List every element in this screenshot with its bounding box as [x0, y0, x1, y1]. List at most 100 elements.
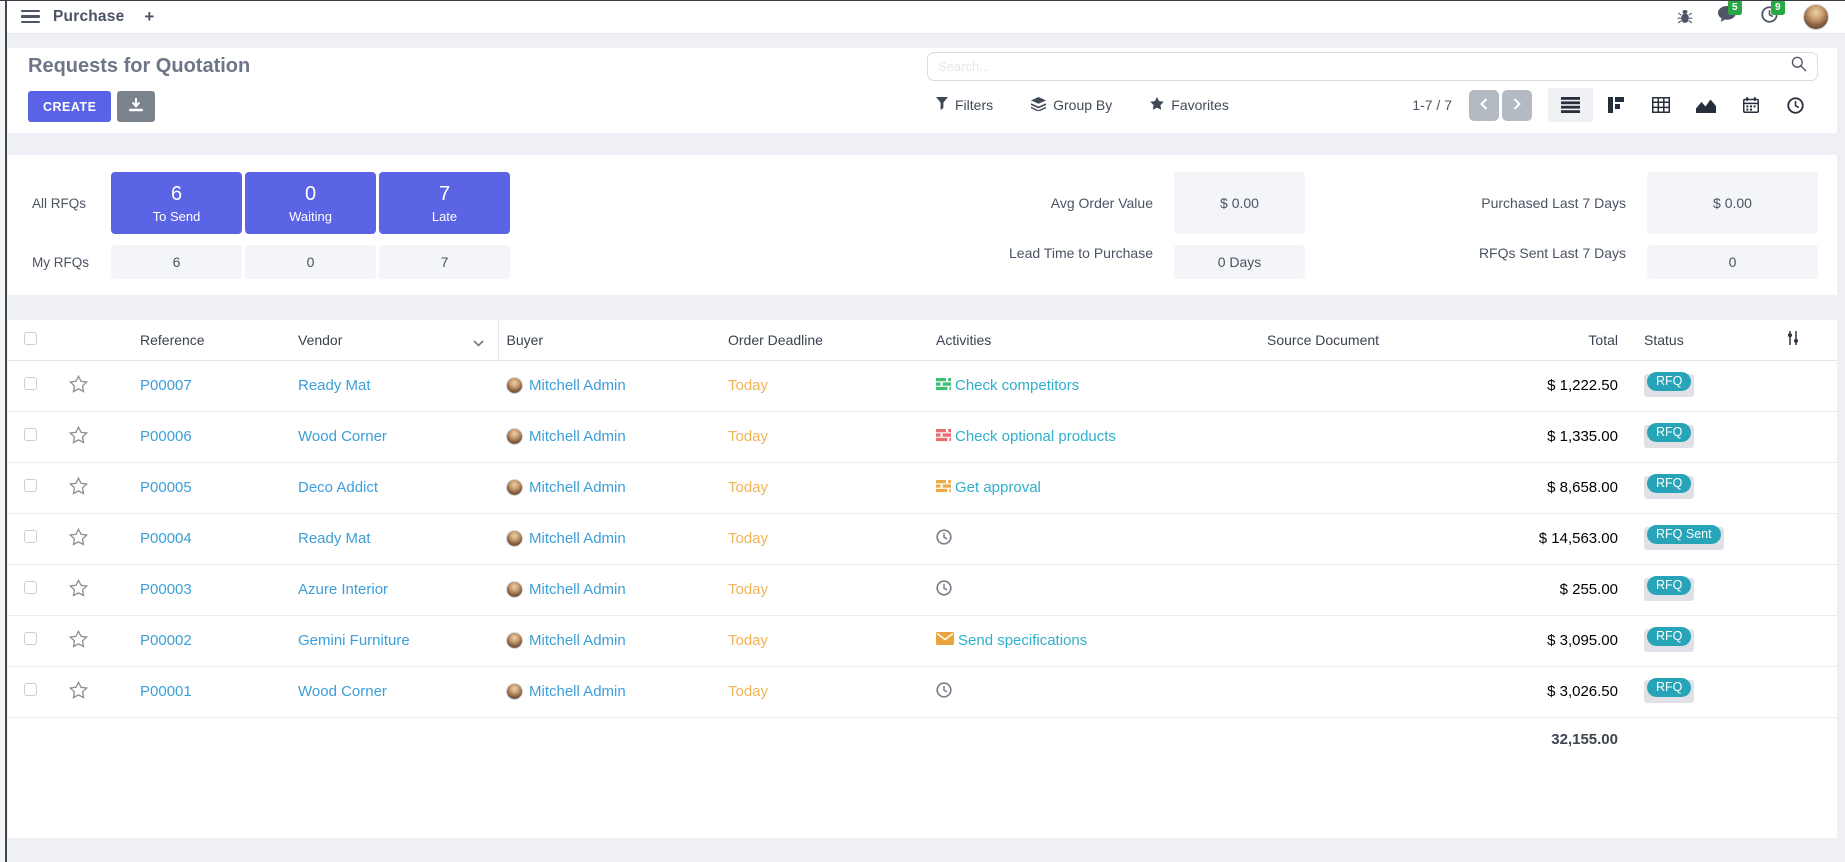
buyer-link[interactable]: Mitchell Admin: [529, 530, 626, 547]
activity-link[interactable]: Check competitors: [955, 377, 1079, 394]
status-badge: RFQ Sent: [1644, 527, 1724, 551]
kpi-to-send[interactable]: 6 To Send: [111, 172, 242, 234]
star-outline-icon[interactable]: [69, 681, 88, 699]
view-activity-icon[interactable]: [1773, 88, 1818, 122]
buyer-link[interactable]: Mitchell Admin: [529, 632, 626, 649]
column-reference[interactable]: Reference: [104, 320, 290, 360]
messages-icon[interactable]: 5: [1718, 6, 1736, 27]
buyer-avatar: [506, 530, 523, 547]
column-order-deadline[interactable]: Order Deadline: [720, 320, 928, 360]
reference-link[interactable]: P00005: [140, 479, 192, 496]
column-status[interactable]: Status: [1623, 320, 1748, 360]
column-total[interactable]: Total: [1453, 320, 1623, 360]
table-row[interactable]: P00002 Gemini Furniture Mitchell Admin T…: [8, 615, 1837, 666]
row-checkbox[interactable]: [24, 377, 37, 390]
table-row[interactable]: P00005 Deco Addict Mitchell Admin Today …: [8, 462, 1837, 513]
group-by-button[interactable]: Group By: [1031, 97, 1112, 114]
kpi-waiting[interactable]: 0 Waiting: [245, 172, 376, 234]
tasks-yellow-icon[interactable]: [936, 479, 951, 497]
star-outline-icon[interactable]: [69, 579, 88, 597]
clock-icon[interactable]: [936, 529, 952, 549]
apps-menu-icon[interactable]: [21, 10, 40, 24]
sort-chevron-icon[interactable]: [473, 334, 484, 350]
reference-link[interactable]: P00006: [140, 428, 192, 445]
plus-icon[interactable]: +: [144, 8, 154, 25]
table-row[interactable]: P00001 Wood Corner Mitchell Admin Today …: [8, 666, 1837, 717]
source-document-value: [1253, 411, 1453, 462]
table-row[interactable]: P00004 Ready Mat Mitchell Admin Today $ …: [8, 513, 1837, 564]
column-buyer[interactable]: Buyer: [498, 320, 720, 360]
row-checkbox[interactable]: [24, 581, 37, 594]
export-button[interactable]: [117, 91, 155, 122]
filters-button[interactable]: Filters: [936, 97, 993, 113]
activity-link[interactable]: Check optional products: [955, 428, 1116, 445]
star-outline-icon[interactable]: [69, 528, 88, 546]
my-rfqs-late[interactable]: 7: [379, 245, 510, 279]
create-button[interactable]: CREATE: [28, 91, 111, 122]
reference-link[interactable]: P00003: [140, 581, 192, 598]
vendor-link[interactable]: Deco Addict: [298, 479, 378, 496]
search-box[interactable]: [927, 52, 1818, 81]
vendor-link[interactable]: Gemini Furniture: [298, 632, 410, 649]
order-deadline-value: Today: [728, 683, 768, 700]
activity-clock-icon[interactable]: 9: [1761, 6, 1778, 28]
buyer-link[interactable]: Mitchell Admin: [529, 683, 626, 700]
search-input[interactable]: [938, 59, 1791, 74]
column-vendor[interactable]: Vendor: [290, 320, 498, 360]
view-list-icon[interactable]: [1548, 88, 1593, 122]
pager-previous-button[interactable]: [1469, 90, 1499, 121]
vendor-link[interactable]: Ready Mat: [298, 530, 371, 547]
reference-link[interactable]: P00002: [140, 632, 192, 649]
view-graph-icon[interactable]: [1683, 88, 1728, 122]
star-outline-icon[interactable]: [69, 426, 88, 444]
optional-columns-icon[interactable]: [1786, 332, 1800, 348]
row-checkbox[interactable]: [24, 683, 37, 696]
table-row[interactable]: P00003 Azure Interior Mitchell Admin Tod…: [8, 564, 1837, 615]
tasks-red-icon[interactable]: [936, 428, 951, 446]
search-icon[interactable]: [1791, 56, 1807, 77]
select-all-checkbox[interactable]: [24, 332, 37, 345]
tasks-green-icon[interactable]: [936, 377, 951, 395]
view-kanban-icon[interactable]: [1593, 88, 1638, 122]
favorites-button[interactable]: Favorites: [1150, 97, 1229, 113]
rfq-table: Reference Vendor Buyer Order Deadline Ac…: [8, 320, 1837, 761]
pager-next-button[interactable]: [1502, 90, 1532, 121]
view-pivot-icon[interactable]: [1638, 88, 1683, 122]
table-row[interactable]: P00006 Wood Corner Mitchell Admin Today …: [8, 411, 1837, 462]
buyer-link[interactable]: Mitchell Admin: [529, 581, 626, 598]
row-checkbox[interactable]: [24, 632, 37, 645]
user-avatar[interactable]: [1803, 4, 1829, 30]
buyer-link[interactable]: Mitchell Admin: [529, 479, 626, 496]
source-document-value: [1253, 666, 1453, 717]
table-row[interactable]: P00007 Ready Mat Mitchell Admin Today Ch…: [8, 360, 1837, 411]
kpi-late[interactable]: 7 Late: [379, 172, 510, 234]
buyer-link[interactable]: Mitchell Admin: [529, 428, 626, 445]
vendor-link[interactable]: Wood Corner: [298, 683, 387, 700]
row-checkbox[interactable]: [24, 530, 37, 543]
view-calendar-icon[interactable]: [1728, 88, 1773, 122]
row-checkbox[interactable]: [24, 428, 37, 441]
clock-icon[interactable]: [936, 580, 952, 600]
row-checkbox[interactable]: [24, 479, 37, 492]
my-rfqs-waiting[interactable]: 0: [245, 245, 376, 279]
bug-icon[interactable]: [1677, 9, 1693, 24]
reference-link[interactable]: P00007: [140, 377, 192, 394]
column-source-document[interactable]: Source Document: [1253, 320, 1453, 360]
activity-link[interactable]: Send specifications: [958, 632, 1087, 649]
all-rfqs-label: All RFQs: [32, 196, 111, 211]
vendor-link[interactable]: Azure Interior: [298, 581, 388, 598]
activity-link[interactable]: Get approval: [955, 479, 1041, 496]
star-outline-icon[interactable]: [69, 375, 88, 393]
buyer-link[interactable]: Mitchell Admin: [529, 377, 626, 394]
vendor-link[interactable]: Wood Corner: [298, 428, 387, 445]
vendor-link[interactable]: Ready Mat: [298, 377, 371, 394]
star-outline-icon[interactable]: [69, 630, 88, 648]
clock-icon[interactable]: [936, 682, 952, 702]
reference-link[interactable]: P00004: [140, 530, 192, 547]
reference-link[interactable]: P00001: [140, 683, 192, 700]
column-activities[interactable]: Activities: [928, 320, 1253, 360]
star-outline-icon[interactable]: [69, 477, 88, 495]
my-rfqs-to-send[interactable]: 6: [111, 245, 242, 279]
app-name[interactable]: Purchase: [53, 8, 124, 26]
envelope-icon[interactable]: [936, 632, 954, 649]
